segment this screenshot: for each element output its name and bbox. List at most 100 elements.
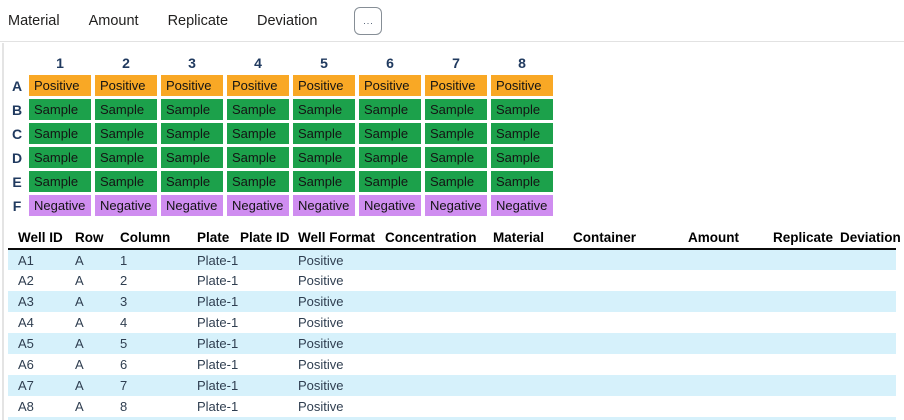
plate-well[interactable]: Positive — [359, 75, 421, 96]
plate-well[interactable]: Positive — [161, 75, 223, 96]
plate-well[interactable]: Negative — [491, 195, 553, 216]
table-cell: Plate-1 — [197, 252, 239, 268]
column-header[interactable]: Amount — [684, 228, 769, 250]
column-header[interactable]: Row — [71, 228, 116, 250]
plate-column-header[interactable]: 6 — [359, 55, 421, 73]
plate-row-label[interactable]: A — [9, 78, 25, 94]
toolbar: Material Amount Replicate Deviation ... — [0, 0, 904, 42]
plate-well[interactable]: Sample — [425, 99, 487, 120]
column-header[interactable]: Well Format — [294, 228, 381, 250]
column-header[interactable]: Replicate — [769, 228, 836, 250]
table-row[interactable]: A8 A 8 Plate-1 Positive — [8, 396, 896, 417]
plate-column-header[interactable]: 3 — [161, 55, 223, 73]
plate-column-header[interactable]: 8 — [491, 55, 553, 73]
column-header[interactable]: Deviation — [836, 228, 901, 250]
plate-well[interactable]: Sample — [425, 123, 487, 144]
more-tabs-button[interactable]: ... — [354, 6, 383, 35]
plate-well[interactable]: Sample — [293, 171, 355, 192]
tab-material[interactable]: Material — [8, 13, 60, 29]
table-row[interactable]: A6 A 6 Plate-1 Positive — [8, 354, 896, 375]
plate-well[interactable]: Sample — [425, 147, 487, 168]
column-header[interactable]: Plate — [193, 228, 236, 250]
column-header[interactable]: Material — [489, 228, 569, 250]
table-cell — [381, 270, 489, 291]
plate-well[interactable]: Negative — [161, 195, 223, 216]
table-row[interactable]: A5 A 5 Plate-1 Positive — [8, 333, 896, 354]
column-header[interactable]: Concentration — [381, 228, 489, 250]
plate-well[interactable]: Sample — [161, 99, 223, 120]
plate-row-label[interactable]: F — [9, 198, 25, 214]
plate-well[interactable]: Sample — [161, 171, 223, 192]
plate-well[interactable]: Sample — [161, 123, 223, 144]
table-cell — [569, 312, 684, 333]
plate-well[interactable]: Sample — [359, 99, 421, 120]
table-cell: A7 — [18, 378, 34, 393]
plate-well[interactable]: Sample — [95, 123, 157, 144]
plate-well[interactable]: Negative — [425, 195, 487, 216]
plate-well[interactable]: Sample — [95, 171, 157, 192]
plate-well[interactable]: Sample — [293, 147, 355, 168]
table-cell — [684, 375, 769, 396]
plate-well[interactable]: Positive — [293, 75, 355, 96]
plate-well[interactable]: Sample — [359, 147, 421, 168]
plate-row-label[interactable]: C — [9, 126, 25, 142]
table-row[interactable]: A7 A 7 Plate-1 Positive — [8, 375, 896, 396]
plate-well[interactable]: Positive — [491, 75, 553, 96]
table-cell — [836, 291, 896, 312]
plate-well[interactable]: Positive — [95, 75, 157, 96]
plate-well[interactable]: Sample — [29, 147, 91, 168]
table-cell: 8 — [120, 399, 128, 414]
plate-column-header[interactable]: 5 — [293, 55, 355, 73]
plate-well[interactable]: Negative — [29, 195, 91, 216]
plate-well[interactable]: Sample — [359, 171, 421, 192]
plate-column-header[interactable]: 7 — [425, 55, 487, 73]
plate-well[interactable]: Sample — [227, 171, 289, 192]
plate-well[interactable]: Sample — [227, 147, 289, 168]
plate-well[interactable]: Sample — [227, 99, 289, 120]
tab-amount[interactable]: Amount — [89, 13, 139, 29]
plate-well[interactable]: Sample — [491, 147, 553, 168]
plate-well[interactable]: Sample — [95, 147, 157, 168]
plate-well[interactable]: Sample — [29, 171, 91, 192]
plate-well[interactable]: Positive — [29, 75, 91, 96]
column-header[interactable]: Plate ID — [236, 228, 294, 250]
plate-well[interactable]: Positive — [425, 75, 487, 96]
table-row[interactable]: A4 A 4 Plate-1 Positive — [8, 312, 896, 333]
table-row[interactable]: A1 A 1 Plate-1 Positive — [8, 249, 896, 270]
table-cell: Plate-1 — [197, 273, 239, 288]
table-cell: Plate-1 — [197, 294, 239, 309]
plate-well[interactable]: Sample — [161, 147, 223, 168]
plate-well[interactable]: Negative — [95, 195, 157, 216]
plate-well[interactable]: Sample — [293, 123, 355, 144]
plate-well[interactable]: Sample — [491, 99, 553, 120]
plate-well[interactable]: Sample — [227, 123, 289, 144]
plate-column-header[interactable]: 4 — [227, 55, 289, 73]
plate-well[interactable]: Sample — [293, 99, 355, 120]
plate-well[interactable]: Sample — [491, 123, 553, 144]
plate-well[interactable]: Negative — [293, 195, 355, 216]
plate-well[interactable]: Positive — [227, 75, 289, 96]
plate-row-label[interactable]: B — [9, 102, 25, 118]
plate-well[interactable]: Negative — [227, 195, 289, 216]
plate-well[interactable]: Negative — [359, 195, 421, 216]
tab-replicate[interactable]: Replicate — [168, 13, 228, 29]
plate-row-label[interactable]: E — [9, 174, 25, 190]
plate-well[interactable]: Sample — [359, 123, 421, 144]
plate-column-header[interactable]: 1 — [29, 55, 91, 73]
column-header[interactable]: Well ID — [8, 228, 71, 250]
table-row[interactable]: A2 A 2 Plate-1 Positive — [8, 270, 896, 291]
plate-well[interactable]: Sample — [491, 171, 553, 192]
left-scrollbar[interactable] — [2, 43, 4, 420]
column-header[interactable]: Column — [116, 228, 193, 250]
plate-well[interactable]: Sample — [29, 99, 91, 120]
plate-well[interactable]: Sample — [425, 171, 487, 192]
table-cell — [236, 270, 294, 291]
tab-deviation[interactable]: Deviation — [257, 13, 317, 29]
plate-well[interactable]: Sample — [29, 123, 91, 144]
column-header[interactable]: Container — [569, 228, 684, 250]
plate-row-label[interactable]: D — [9, 150, 25, 166]
table-cell: Plate-1 — [197, 315, 239, 330]
plate-column-header[interactable]: 2 — [95, 55, 157, 73]
plate-well[interactable]: Sample — [95, 99, 157, 120]
table-row[interactable]: A3 A 3 Plate-1 Positive — [8, 291, 896, 312]
